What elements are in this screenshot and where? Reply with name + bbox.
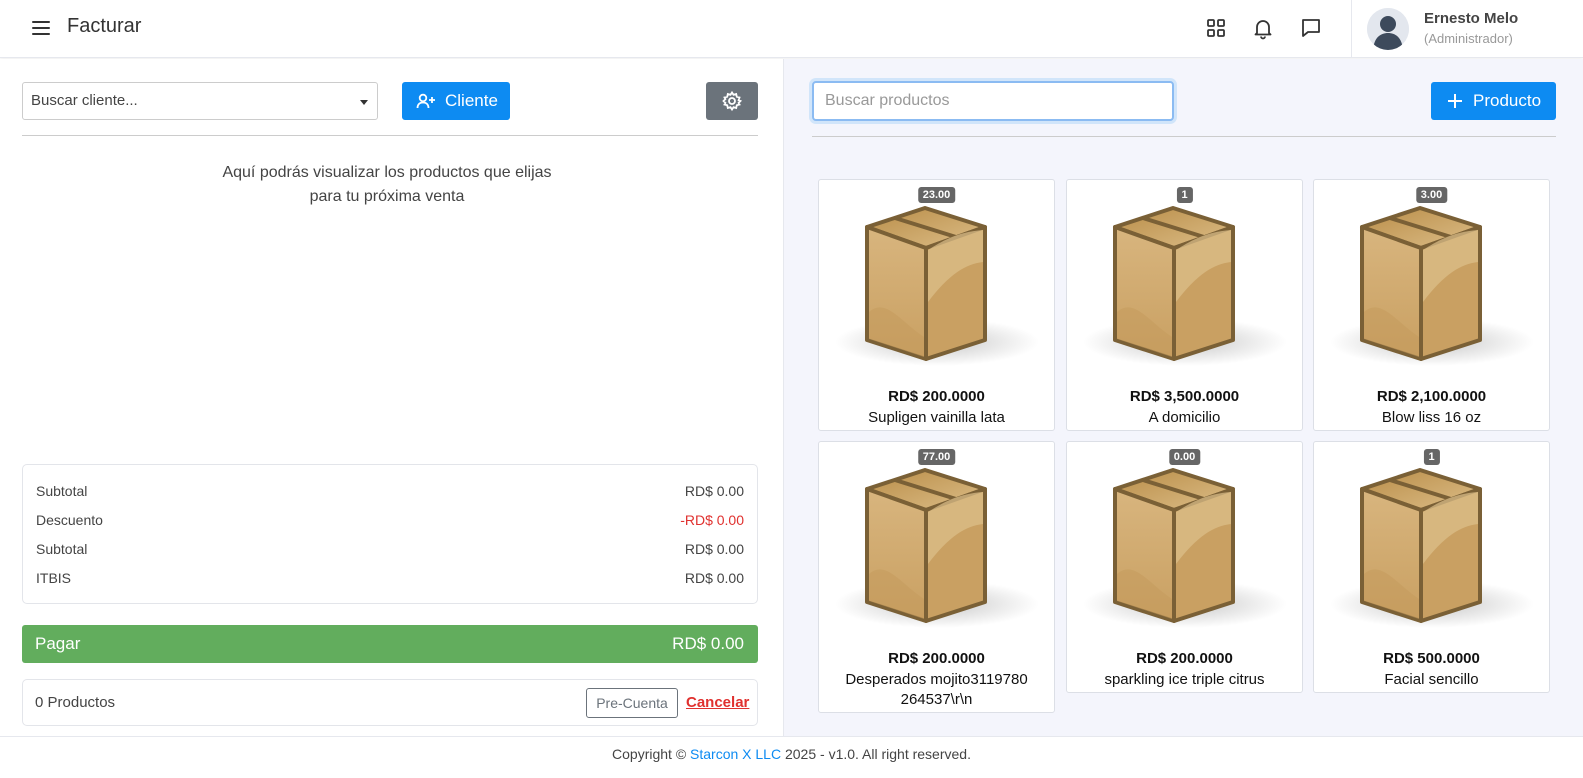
totals-label: ITBIS xyxy=(36,570,72,586)
product-name: Facial sencillo xyxy=(1384,671,1479,688)
totals-row-itbis: ITBIS RD$ 0.00 xyxy=(36,570,744,590)
box-icon xyxy=(1328,206,1536,368)
stock-badge: 3.00 xyxy=(1415,187,1448,203)
user-plus-icon xyxy=(416,93,435,109)
stock-badge: 1 xyxy=(1423,449,1440,465)
plus-icon xyxy=(1448,94,1462,108)
pay-button[interactable]: Pagar RD$ 0.00 xyxy=(22,625,758,663)
product-name: Desperados mojito3119780264537\r\n xyxy=(845,671,1028,708)
divider xyxy=(22,135,758,136)
settings-button[interactable] xyxy=(706,82,758,120)
product-card[interactable]: 3.00 RD$ 2,100.0000 Blow liss 16 oz xyxy=(1313,179,1550,431)
product-card[interactable]: 1 RD$ 500.0000 Facial sencillo xyxy=(1313,441,1550,693)
product-card[interactable]: 77.00 RD$ 200.0000 Desperados mojito3119… xyxy=(818,441,1055,713)
totals-row-discount: Descuento -RD$ 0.00 xyxy=(36,512,744,532)
box-icon xyxy=(1081,468,1289,630)
cancel-button[interactable]: Cancelar xyxy=(686,694,749,711)
add-product-button[interactable]: Producto xyxy=(1431,82,1556,120)
header-divider xyxy=(1351,0,1352,58)
add-client-button[interactable]: Cliente xyxy=(402,82,510,120)
top-header: Facturar Ernesto Melo (Administrador) xyxy=(0,0,1583,58)
divider xyxy=(812,136,1556,137)
catalog-panel: Producto 23.00 RD$ 200.0000 Supligen vai… xyxy=(784,59,1583,736)
add-client-label: Cliente xyxy=(445,91,498,110)
pay-label: Pagar xyxy=(35,634,81,653)
product-price: RD$ 3,500.0000 xyxy=(1129,388,1240,405)
product-card[interactable]: 23.00 RD$ 200.0000 Supligen vainilla lat… xyxy=(818,179,1055,431)
page-title: Facturar xyxy=(67,15,142,37)
gear-icon xyxy=(722,91,742,111)
bell-icon[interactable] xyxy=(1250,15,1276,41)
products-count: 0 Productos xyxy=(35,694,116,711)
totals-value: RD$ 0.00 xyxy=(684,541,744,557)
product-price: RD$ 200.0000 xyxy=(1136,650,1233,667)
product-price: RD$ 2,100.0000 xyxy=(1376,388,1487,405)
stock-badge: 77.00 xyxy=(917,449,956,465)
company-link[interactable]: Starcon X LLC xyxy=(690,746,781,762)
caret-down-icon xyxy=(360,100,368,105)
product-price: RD$ 500.0000 xyxy=(1383,650,1480,667)
empty-message-line: para tu próxima venta xyxy=(309,188,465,205)
totals-value: -RD$ 0.00 xyxy=(680,512,744,528)
apps-grid-icon[interactable] xyxy=(1203,15,1229,41)
sale-actions-box: 0 Productos Pre-Cuenta Cancelar xyxy=(22,679,758,726)
totals-row-subtotal: Subtotal RD$ 0.00 xyxy=(36,483,744,503)
box-icon xyxy=(1328,468,1536,630)
client-select[interactable]: Buscar cliente... xyxy=(22,82,378,120)
pre-cuenta-button[interactable]: Pre-Cuenta xyxy=(586,688,678,718)
stock-badge: 1 xyxy=(1176,187,1193,203)
totals-row-subtotal-net: Subtotal RD$ 0.00 xyxy=(36,541,744,561)
product-price: RD$ 200.0000 xyxy=(888,650,985,667)
product-name: Blow liss 16 oz xyxy=(1381,409,1482,426)
totals-box: Subtotal RD$ 0.00 Descuento -RD$ 0.00 Su… xyxy=(22,464,758,604)
product-card[interactable]: 0.00 RD$ 200.0000 sparkling ice triple c… xyxy=(1066,441,1303,693)
totals-value: RD$ 0.00 xyxy=(684,570,744,586)
stock-badge: 0.00 xyxy=(1168,449,1201,465)
empty-cart-message: Aquí podrás visualizar los productos que… xyxy=(22,161,752,209)
copyright-prefix: Copyright © xyxy=(612,746,691,762)
hamburger-menu-icon[interactable] xyxy=(30,17,52,39)
product-name: Supligen vainilla lata xyxy=(868,409,1005,426)
client-select-text: Buscar cliente... xyxy=(31,92,138,109)
empty-message-line: Aquí podrás visualizar los productos que… xyxy=(222,164,552,181)
totals-value: RD$ 0.00 xyxy=(684,483,744,499)
user-role: (Administrador) xyxy=(1424,31,1513,46)
add-product-label: Producto xyxy=(1473,91,1542,110)
box-icon xyxy=(833,468,1041,630)
box-icon xyxy=(1081,206,1289,368)
product-name: sparkling ice triple citrus xyxy=(1104,671,1265,688)
avatar[interactable] xyxy=(1367,8,1409,50)
chat-icon[interactable] xyxy=(1298,15,1324,41)
totals-label: Subtotal xyxy=(36,483,88,499)
pay-amount: RD$ 0.00 xyxy=(672,634,744,653)
product-price: RD$ 200.0000 xyxy=(888,388,985,405)
box-icon xyxy=(833,206,1041,368)
totals-label: Subtotal xyxy=(36,541,88,557)
product-name: A domicilio xyxy=(1148,409,1221,426)
copyright-footer: Copyright © Starcon X LLC 2025 - v1.0. A… xyxy=(0,736,1583,778)
product-card[interactable]: 1 RD$ 3,500.0000 A domicilio xyxy=(1066,179,1303,431)
sale-panel: Buscar cliente... Cliente Aquí podrás vi… xyxy=(0,59,783,736)
stock-badge: 23.00 xyxy=(917,187,956,203)
product-search-input[interactable] xyxy=(812,81,1174,121)
totals-label: Descuento xyxy=(36,512,103,528)
copyright-suffix: 2025 - v1.0. All right reserved. xyxy=(781,746,971,762)
user-name: Ernesto Melo xyxy=(1424,10,1519,27)
